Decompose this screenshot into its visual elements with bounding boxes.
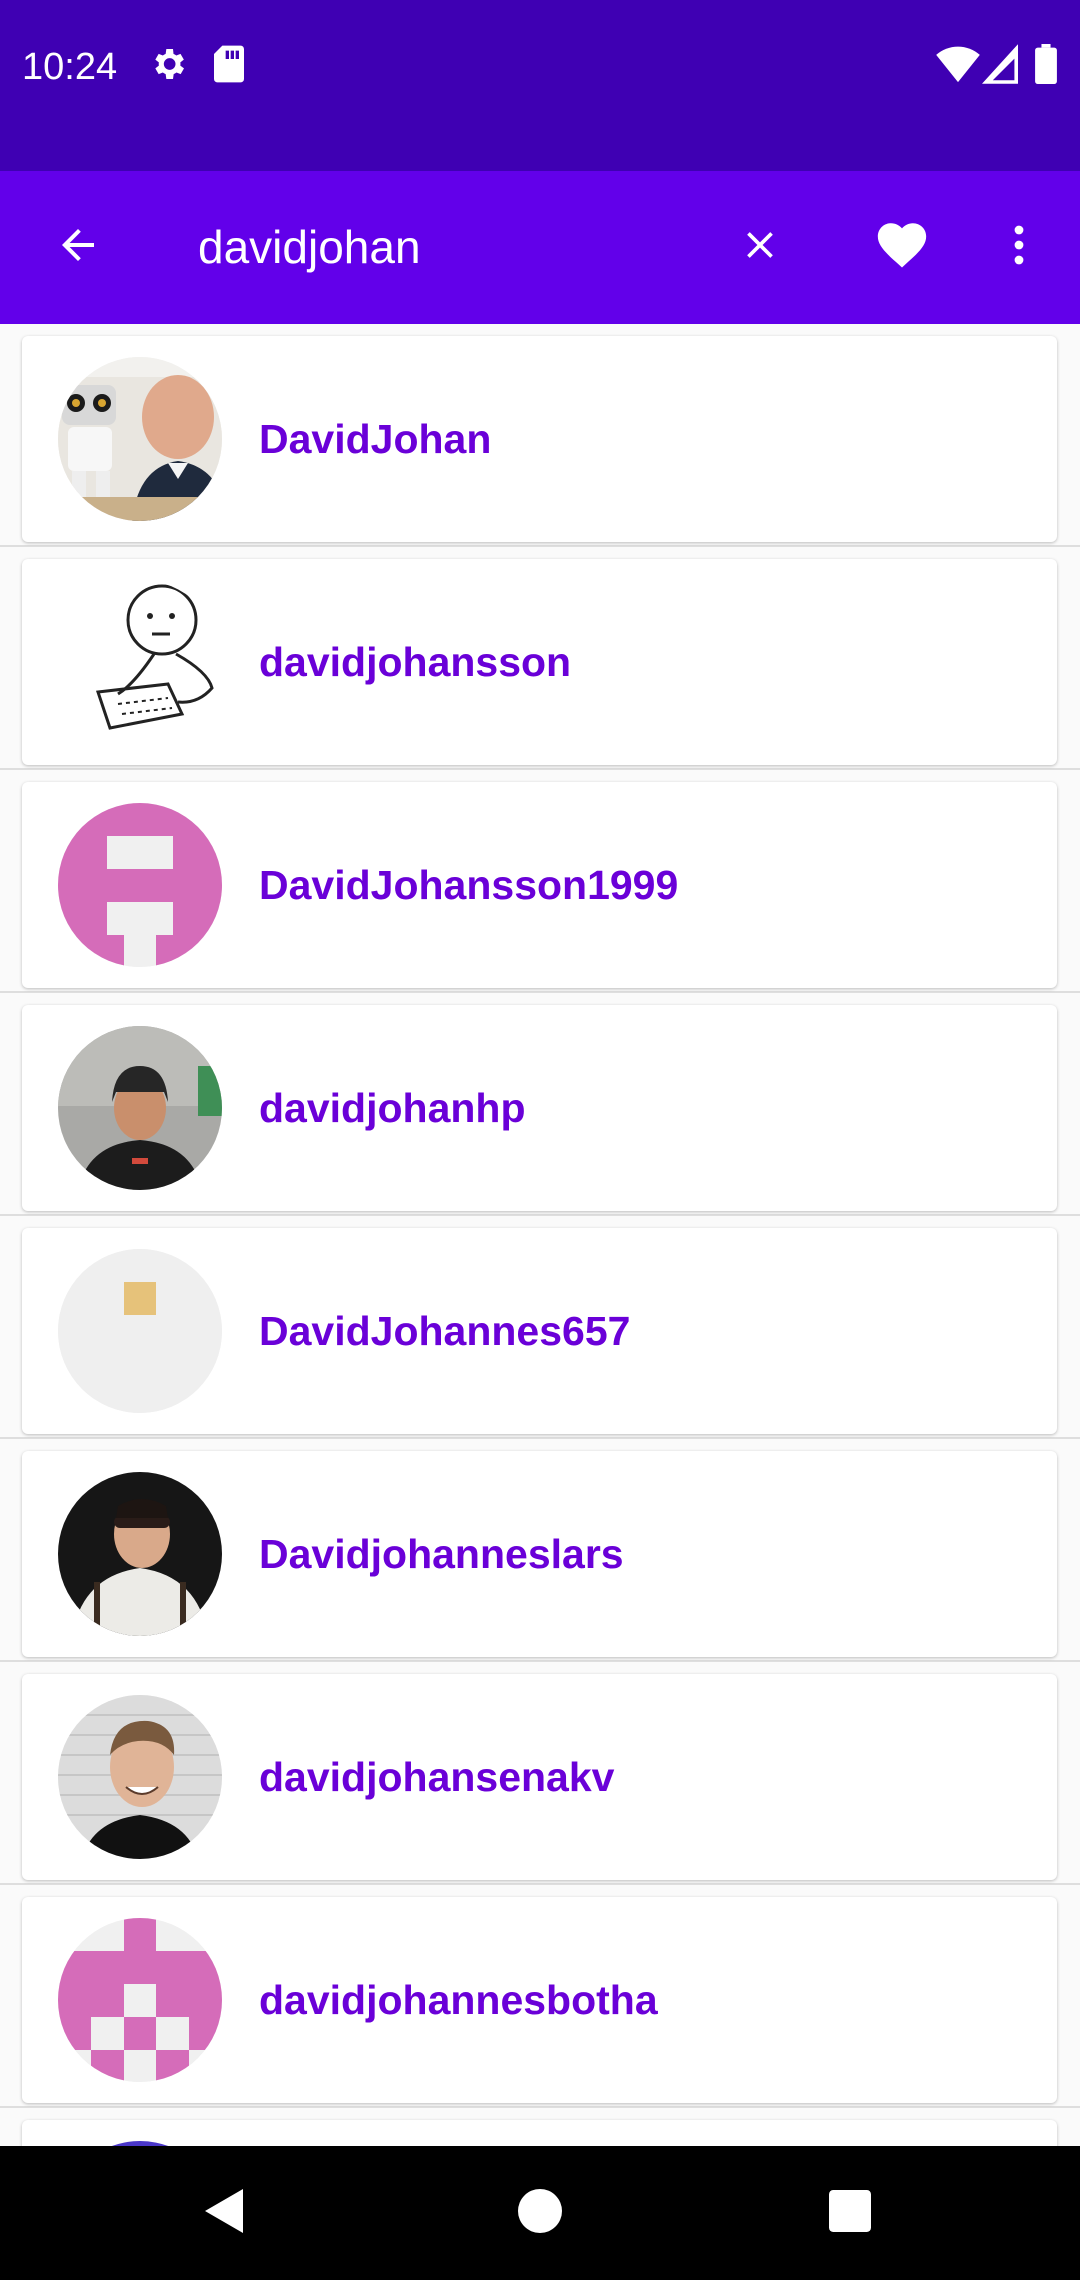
system-nav-bar: [0, 2146, 1080, 2280]
username-label: DavidJohansson1999: [259, 862, 679, 908]
user-result-card[interactable]: [22, 2120, 1057, 2146]
username-label: Davidjohanneslars: [259, 1531, 624, 1577]
username-label: DavidJohan: [259, 416, 492, 462]
divider: [0, 545, 1080, 547]
overflow-menu-button[interactable]: [974, 171, 1064, 324]
username-label: davidjohannesbotha: [259, 1977, 658, 2023]
user-avatar: [58, 580, 222, 744]
user-avatar: [58, 1918, 222, 2082]
back-triangle-icon: [203, 2187, 247, 2240]
divider: [0, 1883, 1080, 1885]
username-label: DavidJohannes657: [259, 1308, 631, 1354]
user-result-card[interactable]: DavidJohansson1999: [22, 782, 1057, 988]
clear-icon: [738, 223, 782, 272]
user-avatar: [58, 1026, 222, 1190]
user-result-card[interactable]: DavidJohan: [22, 336, 1057, 542]
divider: [0, 2106, 1080, 2108]
battery-icon: [1034, 44, 1058, 89]
user-avatar: [58, 1472, 222, 1636]
search-input[interactable]: [198, 211, 698, 283]
user-avatar: [58, 803, 222, 967]
user-avatar: [58, 1695, 222, 1859]
user-result-card[interactable]: Davidjohanneslars: [22, 1451, 1057, 1657]
user-avatar: [58, 357, 222, 521]
status-bar: 10:24: [0, 0, 1080, 171]
username-label: davidjohansson: [259, 639, 572, 685]
divider: [0, 1437, 1080, 1439]
favorite-heart-icon: [873, 216, 931, 279]
user-result-card[interactable]: DavidJohannes657: [22, 1228, 1057, 1434]
user-result-card[interactable]: davidjohansenakv: [22, 1674, 1057, 1880]
user-result-card[interactable]: davidjohansson: [22, 559, 1057, 765]
signal-icon: [982, 44, 1018, 89]
nav-back-button[interactable]: [165, 2146, 285, 2280]
back-button[interactable]: [30, 171, 126, 324]
nav-recents-button[interactable]: [790, 2146, 910, 2280]
results-list[interactable]: DavidJohan davidjohansson DavidJohansson…: [0, 324, 1080, 2146]
divider: [0, 1214, 1080, 1216]
username-label: davidjohanhp: [259, 1085, 526, 1131]
settings-icon: [148, 44, 188, 89]
divider: [0, 991, 1080, 993]
search-toolbar: [0, 171, 1080, 324]
home-circle-icon: [518, 2188, 562, 2238]
divider: [0, 768, 1080, 770]
back-arrow-icon: [54, 221, 102, 274]
wifi-icon: [936, 44, 980, 89]
sd-card-icon: [212, 44, 246, 89]
status-time: 10:24: [22, 46, 118, 88]
nav-home-button[interactable]: [480, 2146, 600, 2280]
divider: [0, 1660, 1080, 1662]
user-result-card[interactable]: davidjohannesbotha: [22, 1897, 1057, 2103]
clear-search-button[interactable]: [712, 171, 808, 324]
user-result-card[interactable]: davidjohanhp: [22, 1005, 1057, 1211]
more-vert-icon: [995, 221, 1043, 274]
user-avatar: [58, 1249, 222, 1413]
username-label: davidjohansenakv: [259, 1754, 615, 1800]
favorites-button[interactable]: [854, 171, 950, 324]
recents-square-icon: [829, 2189, 871, 2237]
